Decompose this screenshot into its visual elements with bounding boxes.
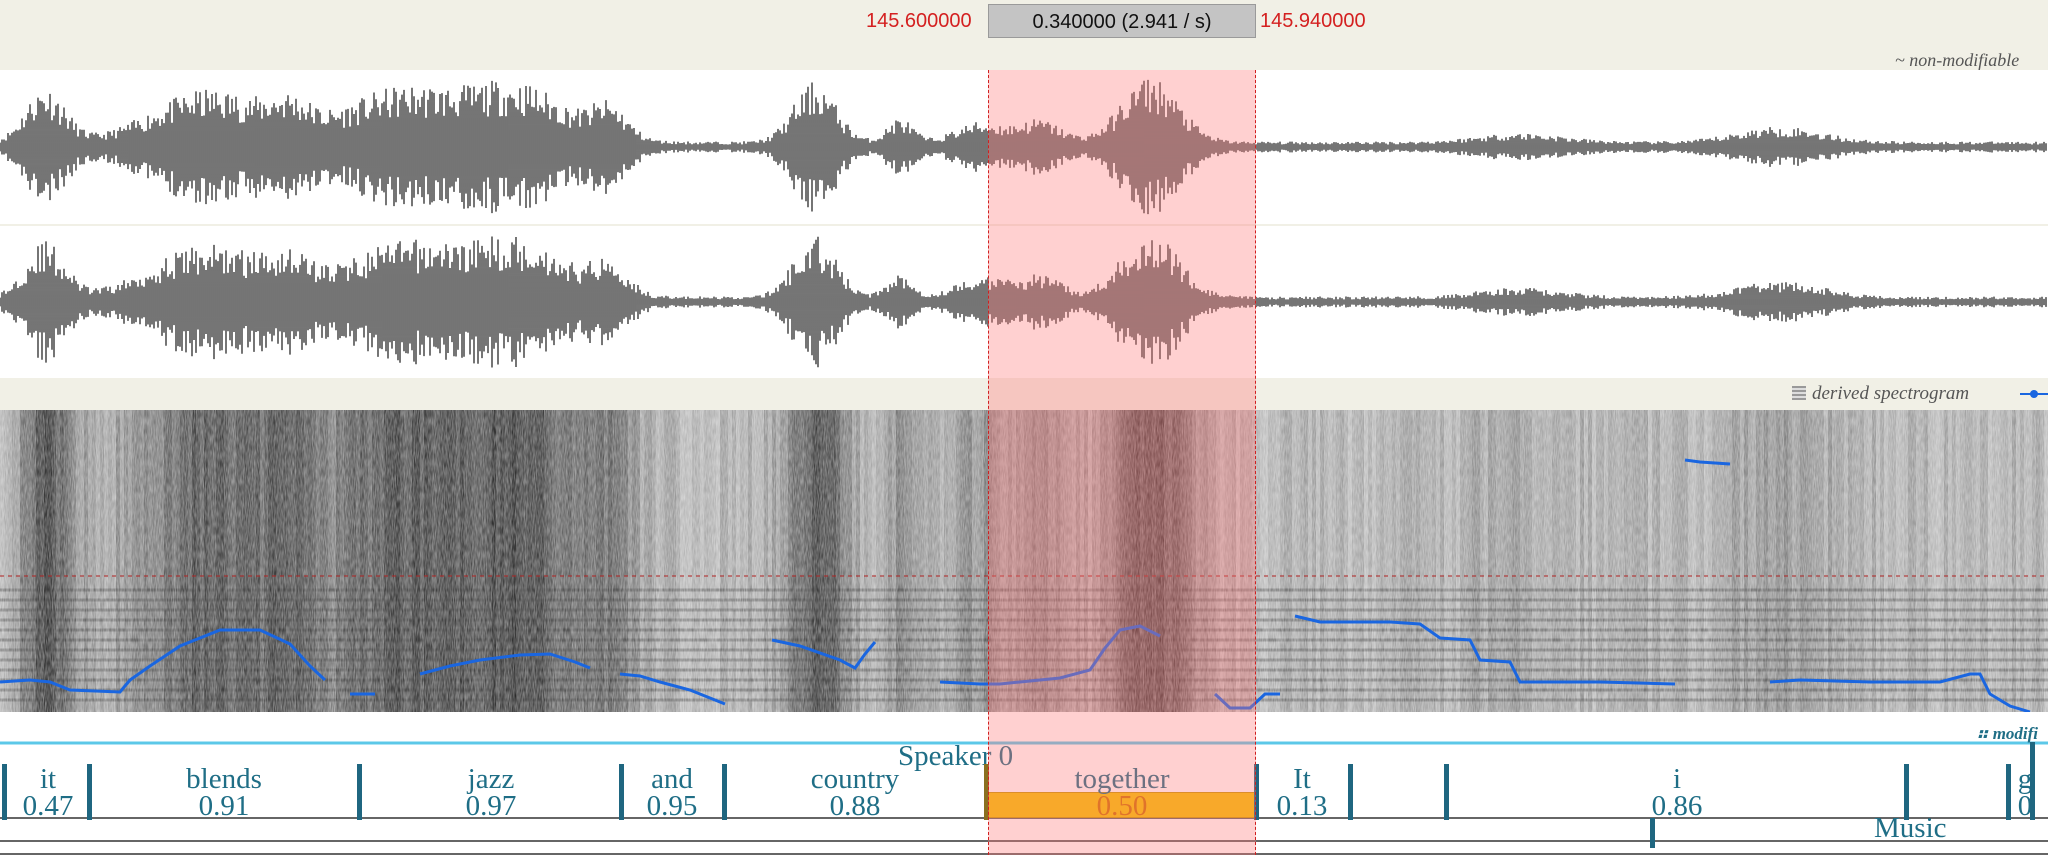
word-confidence: 0.88 bbox=[829, 790, 881, 822]
word-segment[interactable]: jazz 0.97 bbox=[362, 763, 620, 822]
word-confidence: 0.91 bbox=[198, 790, 250, 822]
word-confidence: 0 bbox=[2017, 790, 2033, 822]
pitch-track-icon bbox=[2020, 390, 2048, 398]
word-boundary-handle[interactable] bbox=[87, 764, 92, 820]
transcript-tag-label: modifi bbox=[1992, 724, 2039, 743]
word-segment[interactable]: blends 0.91 bbox=[92, 763, 356, 822]
word-segment[interactable]: it 0.47 bbox=[6, 763, 90, 822]
word-confidence: 0.13 bbox=[1276, 790, 1328, 822]
waveform-tag: ~ non-modifiable bbox=[1895, 50, 2020, 70]
word-segment-selected[interactable]: together 0.50 bbox=[988, 763, 1256, 822]
selection-length-box[interactable]: 0.340000 (2.941 / s) bbox=[988, 4, 1256, 38]
waveform-channel-1[interactable] bbox=[0, 70, 2048, 224]
drag-handle-icon: ⠶ bbox=[1976, 724, 1993, 743]
spectrogram-header: derived spectrogram bbox=[0, 380, 2048, 410]
word-boundary-handle[interactable] bbox=[2030, 742, 2035, 820]
time-ruler[interactable]: 145.600000 0.340000 (2.941 / s) 145.9400… bbox=[0, 0, 2048, 70]
word-segment[interactable]: country 0.88 bbox=[726, 763, 984, 822]
word-boundary-handle[interactable] bbox=[2, 764, 7, 820]
word-boundary-handle[interactable] bbox=[1444, 764, 1449, 820]
word-text: jazz bbox=[467, 763, 515, 795]
word-confidence: 0.95 bbox=[646, 790, 698, 822]
word-boundary-handle[interactable] bbox=[984, 764, 989, 820]
word-text: i bbox=[1672, 763, 1682, 795]
waveform-trace bbox=[0, 79, 2047, 215]
word-boundary-handle[interactable] bbox=[1348, 764, 1353, 820]
waveform-trace bbox=[0, 236, 2047, 368]
word-boundary-handle[interactable] bbox=[1254, 764, 1259, 820]
word-boundary-handle[interactable] bbox=[722, 764, 727, 820]
word-text: g bbox=[2017, 763, 2033, 795]
word-boundary-handle[interactable] bbox=[1904, 764, 1909, 820]
word-segment[interactable]: i 0.86 bbox=[1450, 763, 1904, 822]
transcript-tag: ⠶ modifi bbox=[1976, 724, 2038, 744]
word-text: blends bbox=[186, 763, 262, 795]
word-boundary-handle[interactable] bbox=[619, 764, 624, 820]
word-confidence: 0.50 bbox=[1096, 790, 1148, 822]
word-text: it bbox=[39, 763, 57, 795]
waveform-channel-2[interactable] bbox=[0, 226, 2048, 378]
spectrogram-tag: derived spectrogram bbox=[1812, 383, 1970, 404]
selection-end-time: 145.940000 bbox=[1260, 10, 1366, 32]
word-boundary-handle[interactable] bbox=[357, 764, 362, 820]
word-segment[interactable] bbox=[1354, 766, 1444, 818]
word-segment[interactable]: g 0 bbox=[2010, 763, 2040, 822]
spectrogram-icon bbox=[1792, 386, 1806, 400]
word-confidence: 0.47 bbox=[22, 790, 74, 822]
spectrogram[interactable] bbox=[0, 410, 2048, 712]
selection-start-time: 145.600000 bbox=[866, 10, 972, 32]
word-segment[interactable]: It 0.13 bbox=[1262, 763, 1342, 822]
word-confidence: 0.97 bbox=[465, 790, 517, 822]
word-text: and bbox=[651, 763, 693, 795]
word-text: It bbox=[1293, 763, 1311, 795]
word-text: together bbox=[1074, 763, 1170, 795]
word-confidence: 0.86 bbox=[1651, 790, 1703, 822]
word-text: country bbox=[810, 763, 900, 795]
word-segment[interactable]: and 0.95 bbox=[624, 763, 720, 822]
music-boundary-handle[interactable] bbox=[1650, 818, 1655, 848]
word-boundary-handle[interactable] bbox=[2006, 764, 2011, 820]
